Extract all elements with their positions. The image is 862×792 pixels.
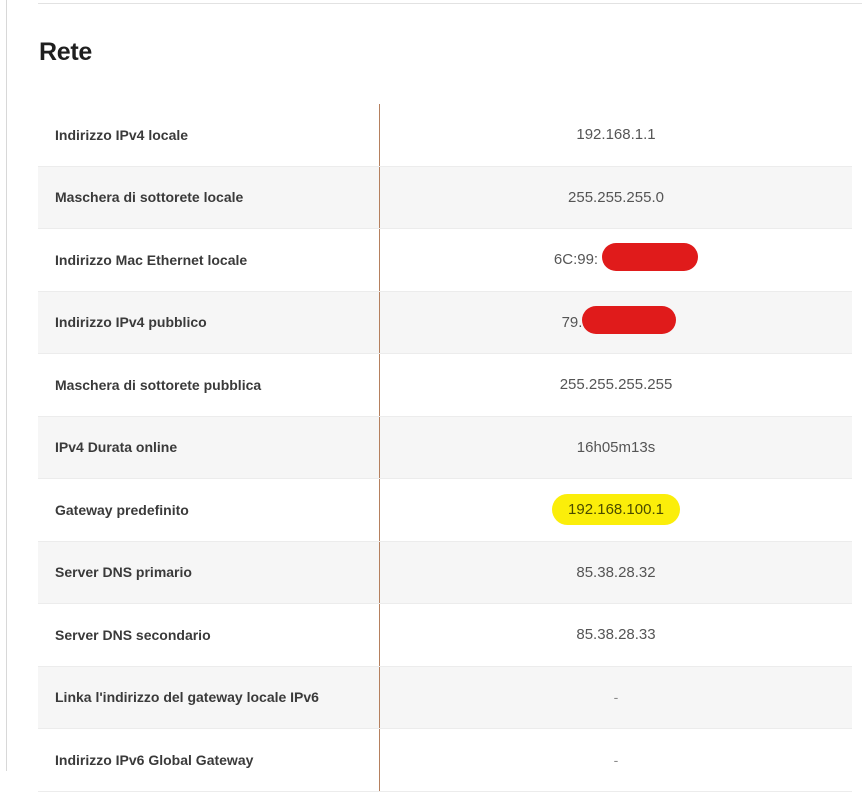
row-value-wrap: 79. [561, 305, 676, 334]
redaction-mark [581, 305, 676, 334]
row-value-cell: 192.168.100.1 [380, 479, 852, 541]
table-row-mac-local: Indirizzo Mac Ethernet locale 6C:99: [38, 229, 852, 292]
row-value: - [613, 689, 619, 706]
row-value: 255.255.255.0 [568, 188, 664, 206]
table-row-ipv4-public: Indirizzo IPv4 pubblico 79. [38, 291, 852, 354]
row-value-cell: 85.38.28.33 [380, 604, 852, 666]
table-row-ipv4-local: Indirizzo IPv4 locale 192.168.1.1 [38, 104, 852, 167]
row-value-cell: 85.38.28.32 [380, 542, 852, 604]
row-value-cell: 192.168.1.1 [380, 104, 852, 166]
row-value: 79. [561, 313, 583, 331]
row-value-highlighted: 192.168.100.1 [552, 494, 680, 526]
redaction-mark [601, 243, 698, 272]
row-value: 85.38.28.32 [576, 563, 656, 581]
row-label: Maschera di sottorete locale [38, 166, 380, 228]
row-value-cell: - [380, 729, 852, 791]
table-row-ipv6-local-gateway: Linka l'indirizzo del gateway locale IPv… [38, 666, 852, 729]
row-value-cell: 255.255.255.0 [380, 167, 852, 229]
row-value: 6C:99: [553, 251, 599, 269]
row-value: 192.168.1.1 [576, 126, 656, 144]
table-row-subnet-public: Maschera di sottorete pubblica 255.255.2… [38, 354, 852, 417]
row-value: 255.255.255.255 [559, 376, 673, 394]
row-value: 85.38.28.33 [576, 626, 656, 644]
top-divider [38, 3, 862, 4]
row-label: IPv4 Durata online [38, 416, 380, 478]
table-row-default-gateway: Gateway predefinito 192.168.100.1 [38, 479, 852, 542]
table-row-ipv6-global-gateway: Indirizzo IPv6 Global Gateway - [38, 729, 852, 792]
row-label: Gateway predefinito [38, 479, 380, 541]
section-title: Rete [39, 38, 92, 66]
row-value-cell: - [380, 667, 852, 729]
row-value-cell: 16h05m13s [380, 417, 852, 479]
row-label: Maschera di sottorete pubblica [38, 354, 380, 416]
table-row-dns-primary: Server DNS primario 85.38.28.32 [38, 541, 852, 604]
page-frame-left-border [6, 0, 7, 771]
table-row-dns-secondary: Server DNS secondario 85.38.28.33 [38, 604, 852, 667]
row-label: Server DNS secondario [38, 604, 380, 666]
row-value-cell: 79. [380, 292, 852, 354]
row-value-cell: 255.255.255.255 [380, 354, 852, 416]
row-value: 16h05m13s [576, 438, 656, 456]
row-label: Linka l'indirizzo del gateway locale IPv… [38, 666, 380, 728]
table-row-subnet-local: Maschera di sottorete locale 255.255.255… [38, 166, 852, 229]
row-value-wrap: 6C:99: [553, 243, 698, 272]
network-info-table: Indirizzo IPv4 locale 192.168.1.1 Masche… [38, 104, 852, 792]
row-label: Indirizzo IPv4 locale [38, 104, 380, 166]
table-row-ipv4-uptime: IPv4 Durata online 16h05m13s [38, 416, 852, 479]
row-label: Server DNS primario [38, 541, 380, 603]
row-label: Indirizzo Mac Ethernet locale [38, 229, 380, 291]
row-value-cell: 6C:99: [380, 229, 852, 291]
row-value: - [613, 751, 619, 768]
row-label: Indirizzo IPv6 Global Gateway [38, 729, 380, 791]
row-label: Indirizzo IPv4 pubblico [38, 291, 380, 353]
